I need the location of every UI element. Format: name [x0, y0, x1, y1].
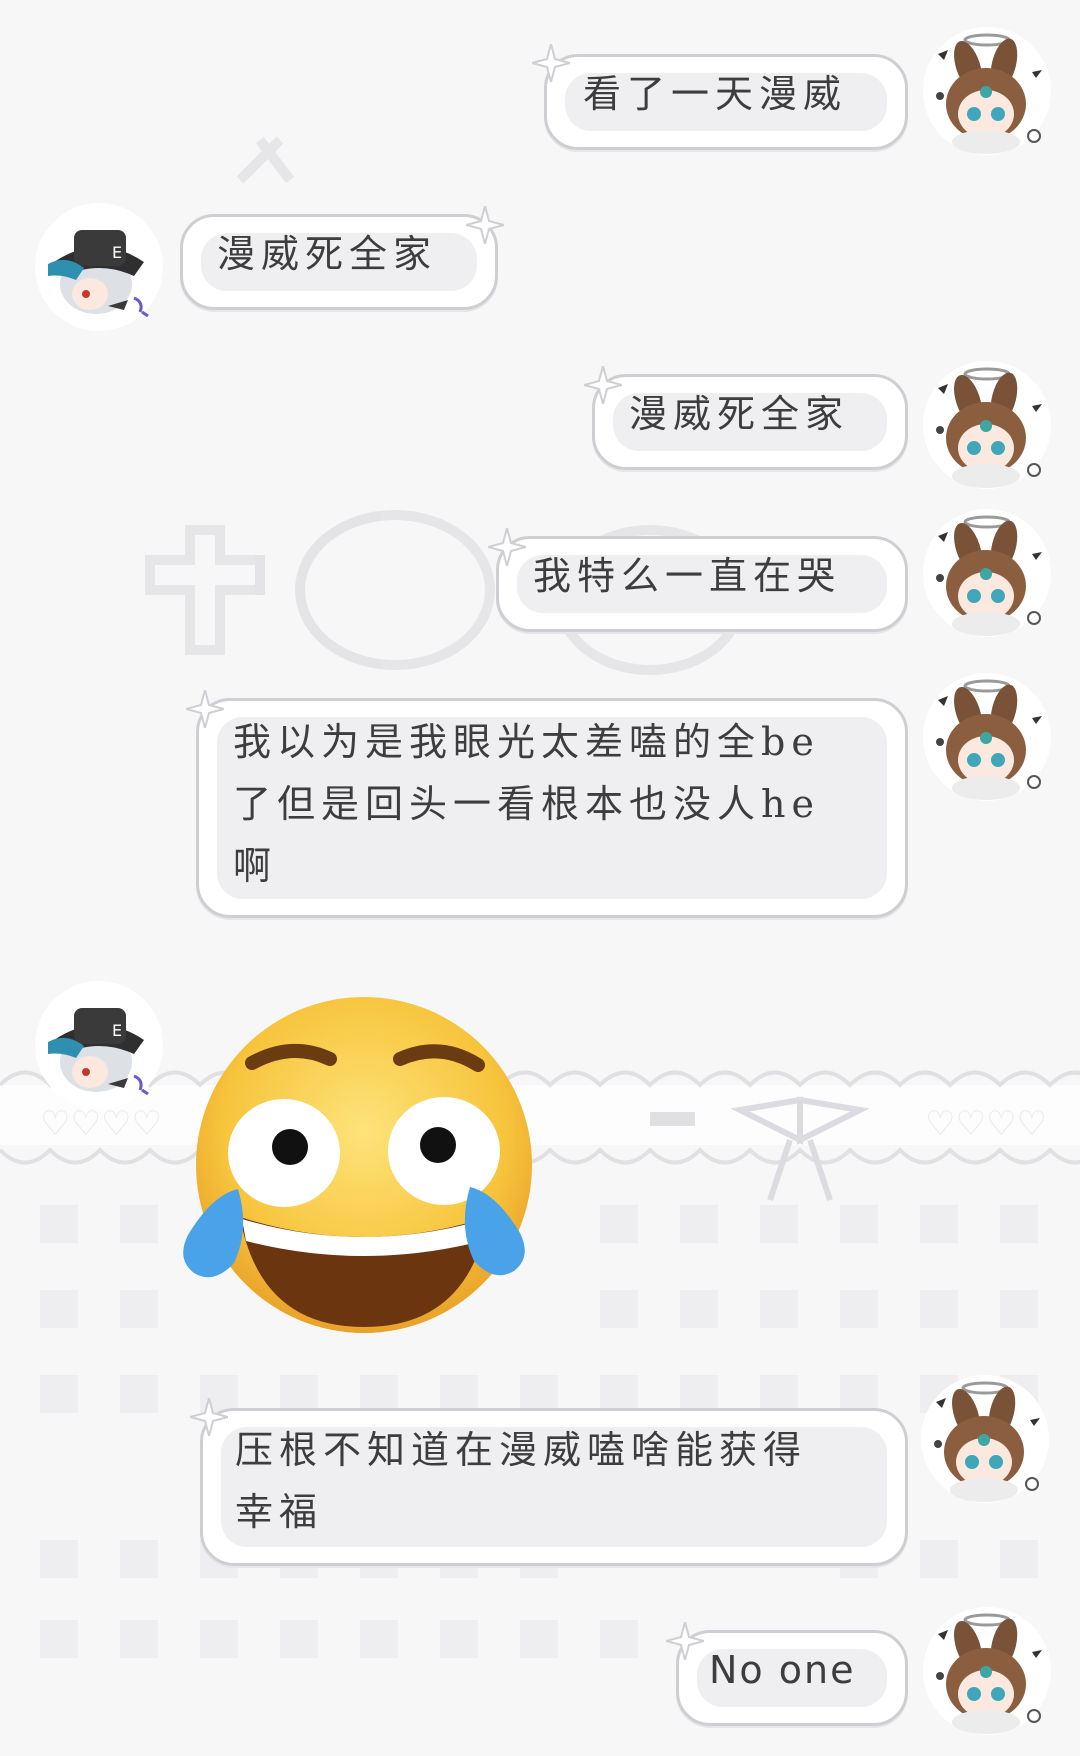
chat-bubble[interactable]: 我以为是我眼光太差嗑的全be 了但是回头一看根本也没人he 啊	[196, 698, 908, 918]
self-avatar[interactable]	[921, 1605, 1053, 1737]
chat-bubble[interactable]: No one	[676, 1630, 908, 1726]
crying-laughing-emoji-icon[interactable]	[168, 985, 540, 1345]
self-avatar[interactable]	[921, 25, 1053, 157]
sparkle-star-icon	[186, 690, 224, 728]
message-text: No one	[709, 1648, 856, 1692]
sparkle-star-icon	[584, 366, 622, 404]
sparkle-star-icon	[488, 528, 526, 566]
chat-bubble[interactable]: 我特么一直在哭	[496, 536, 908, 632]
self-avatar[interactable]	[919, 1373, 1051, 1505]
brown-bunny-girl-avatar-icon	[921, 671, 1053, 803]
message-text: 看了一天漫威	[583, 72, 848, 116]
message-text: 我以为是我眼光太差嗑的全be 了但是回头一看根本也没人he 啊	[233, 720, 820, 888]
hat-boy-avatar-icon	[33, 201, 165, 333]
brown-bunny-girl-avatar-icon	[919, 1373, 1051, 1505]
other-avatar[interactable]	[33, 201, 165, 333]
chat-bubble[interactable]: 漫威死全家	[180, 214, 498, 310]
chat-bubble[interactable]: 看了一天漫威	[544, 54, 908, 150]
brown-bunny-girl-avatar-icon	[921, 507, 1053, 639]
sparkle-star-icon	[532, 44, 570, 82]
sparkle-star-icon	[666, 1622, 704, 1660]
message-text: 我特么一直在哭	[533, 554, 842, 598]
brown-bunny-girl-avatar-icon	[921, 25, 1053, 157]
message-text: 漫威死全家	[629, 392, 850, 436]
brown-bunny-girl-avatar-icon	[921, 1605, 1053, 1737]
self-avatar[interactable]	[921, 507, 1053, 639]
message-text: 压根不知道在漫威嗑啥能获得 幸福	[235, 1428, 808, 1534]
hat-boy-avatar-icon	[33, 979, 165, 1111]
svg-text:♡♡♡♡: ♡♡♡♡	[925, 1104, 1047, 1144]
chat-bubble[interactable]: 漫威死全家	[592, 374, 908, 470]
other-avatar[interactable]	[33, 979, 165, 1111]
message-text: 漫威死全家	[217, 232, 438, 276]
self-avatar[interactable]	[921, 359, 1053, 491]
chat-bubble[interactable]: 压根不知道在漫威嗑啥能获得 幸福	[200, 1408, 908, 1566]
brown-bunny-girl-avatar-icon	[921, 359, 1053, 491]
sparkle-star-icon	[466, 206, 504, 244]
sparkle-star-icon	[190, 1398, 228, 1436]
self-avatar[interactable]	[921, 671, 1053, 803]
